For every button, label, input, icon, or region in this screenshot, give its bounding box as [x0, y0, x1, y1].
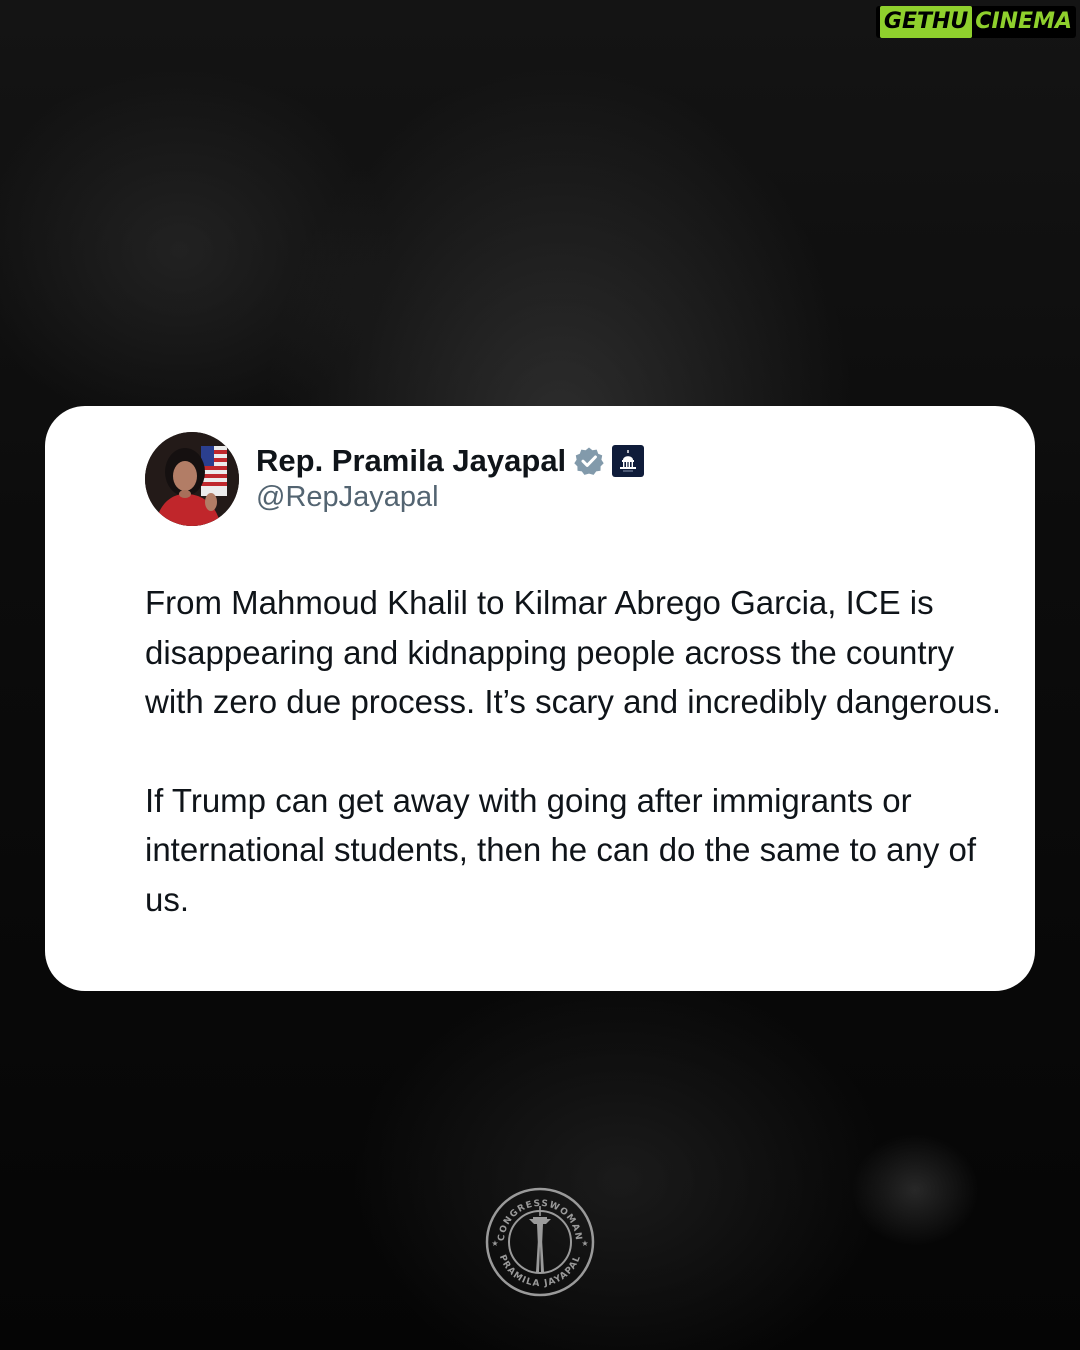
post-body: From Mahmoud Khalil to Kilmar Abrego Gar…: [145, 578, 1005, 924]
svg-text:★: ★: [491, 1239, 498, 1248]
author-handle[interactable]: @RepJayapal: [256, 481, 439, 514]
display-name[interactable]: Rep. Pramila Jayapal: [256, 443, 566, 479]
author-row: Rep. Pramila Jayapal: [256, 441, 645, 481]
svg-text:★: ★: [581, 1239, 588, 1248]
avatar[interactable]: [145, 432, 239, 526]
post-paragraph-1: From Mahmoud Khalil to Kilmar Abrego Gar…: [145, 584, 1002, 720]
verified-badge-icon: [574, 446, 604, 476]
watermark-part-1: GETHU: [879, 6, 973, 38]
watermark-part-2: CINEMA: [975, 9, 1072, 34]
seal-bottom-text: PRAMILA JAYAPAL: [497, 1254, 582, 1290]
capitol-icon: [612, 445, 645, 477]
svg-text:PRAMILA JAYAPAL: PRAMILA JAYAPAL: [497, 1254, 583, 1290]
space-needle-icon: [529, 1206, 551, 1272]
congresswoman-seal-logo: CONGRESSWOMAN PRAMILA JAYAPAL ★ ★: [484, 1186, 596, 1298]
avatar-photo: [145, 432, 239, 526]
watermark-logo: GETHU CINEMA: [875, 6, 1076, 38]
post-paragraph-2: If Trump can get away with going after i…: [145, 781, 977, 918]
